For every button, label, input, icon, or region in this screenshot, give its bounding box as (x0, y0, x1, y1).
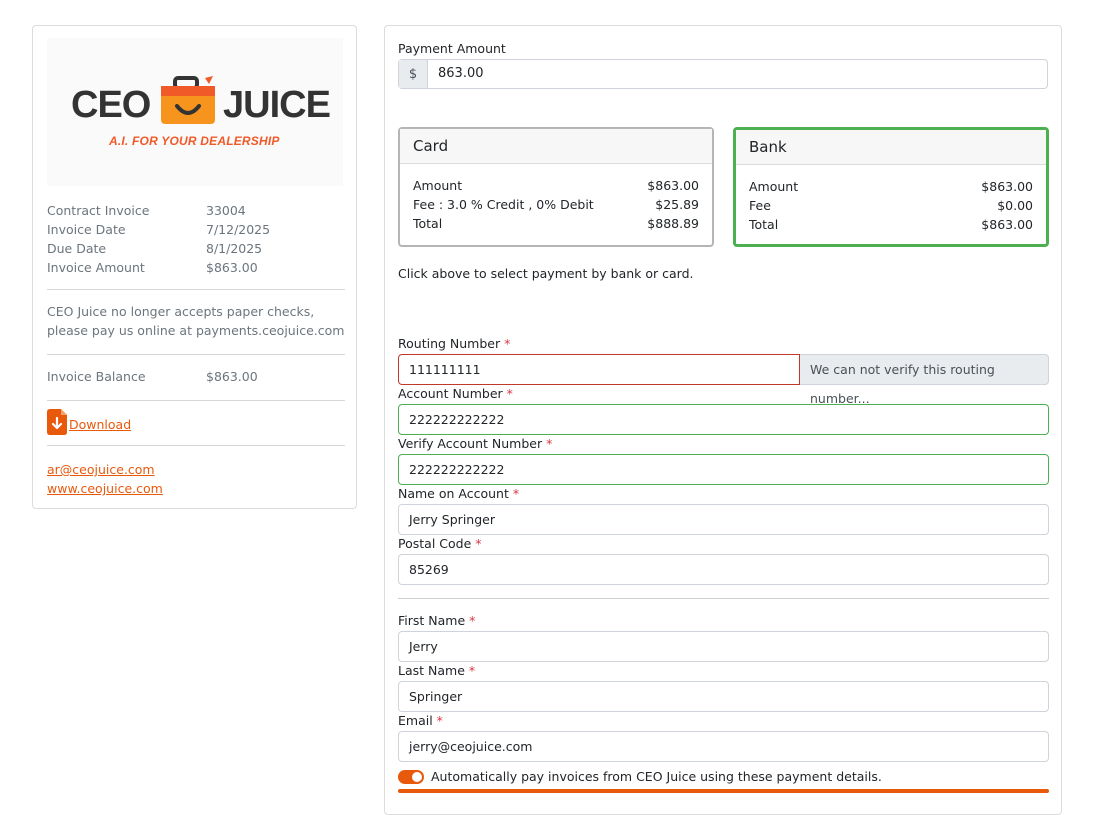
row-value: $25.89 (655, 197, 699, 212)
card-summary-row: Amount $863.00 (413, 176, 699, 195)
autopay-label: Automatically pay invoices from CEO Juic… (431, 769, 882, 784)
first-name-label: First Name * (398, 613, 476, 628)
email-input[interactable]: jerry@ceojuice.com (398, 731, 1049, 762)
balance-value: $863.00 (206, 369, 258, 384)
logo-tagline: A.I. FOR YOUR DEALERSHIP (109, 134, 280, 148)
autopay-toggle[interactable] (398, 769, 424, 784)
divider (47, 354, 345, 355)
detail-value: 7/12/2025 (206, 222, 271, 237)
download-link[interactable]: Download (69, 417, 131, 432)
account-number-label: Account Number * (398, 386, 513, 401)
detail-label: Due Date (47, 241, 107, 256)
postal-code-label: Postal Code * (398, 536, 482, 551)
row-value: $888.89 (647, 216, 699, 231)
routing-number-label: Routing Number * (398, 336, 511, 351)
row-label: Fee (749, 198, 771, 213)
divider (47, 289, 345, 290)
detail-label: Invoice Amount (47, 260, 145, 275)
row-label: Fee : 3.0 % Credit , 0% Debit (413, 197, 594, 212)
bank-option-title: Bank (736, 130, 1046, 165)
payment-method-hint: Click above to select payment by bank or… (398, 266, 694, 281)
payment-form-card: Payment Amount $ 863.00 Card Amount $863… (384, 25, 1062, 815)
verify-account-label: Verify Account Number * (398, 436, 553, 451)
first-name-input[interactable]: Jerry (398, 631, 1049, 662)
invoice-balance: Invoice Balance $863.00 (47, 367, 347, 386)
briefcase-logo-icon (157, 76, 219, 135)
row-value: $863.00 (981, 179, 1033, 194)
row-label: Amount (749, 179, 799, 194)
routing-number-input[interactable]: 111111111 (398, 354, 800, 385)
detail-value: 33004 (206, 203, 246, 218)
company-logo: CEO JUICE A.I. FOR YOUR DEALERSHIP (47, 38, 343, 186)
account-number-input[interactable]: 222222222222 (398, 404, 1049, 435)
bank-summary-row: Fee $0.00 (749, 196, 1033, 215)
invoice-detail-row: Due Date 8/1/2025 (47, 239, 347, 258)
currency-prefix: $ (399, 60, 428, 88)
detail-value: $863.00 (206, 260, 258, 275)
email-label: Email * (398, 713, 443, 728)
divider (47, 445, 345, 446)
email-link[interactable]: ar@ceojuice.com (47, 460, 163, 479)
card-payment-option[interactable]: Card Amount $863.00 Fee : 3.0 % Credit ,… (398, 127, 714, 247)
bank-summary-row: Amount $863.00 (749, 177, 1033, 196)
verify-account-input[interactable]: 222222222222 (398, 454, 1049, 485)
postal-code-input[interactable]: 85269 (398, 554, 1049, 585)
pdf-download-icon (47, 409, 67, 439)
detail-label: Invoice Date (47, 222, 126, 237)
invoice-details: Contract Invoice 33004 Invoice Date 7/12… (47, 201, 347, 277)
balance-label: Invoice Balance (47, 369, 146, 384)
download-invoice[interactable]: Download (47, 409, 131, 439)
logo-text-right: JUICE (223, 84, 331, 126)
detail-label: Contract Invoice (47, 203, 150, 218)
autopay-row: Automatically pay invoices from CEO Juic… (398, 769, 882, 784)
last-name-label: Last Name * (398, 663, 476, 678)
balance-row: Invoice Balance $863.00 (47, 367, 347, 386)
detail-value: 8/1/2025 (206, 241, 263, 256)
bank-summary-row: Total $863.00 (749, 215, 1033, 234)
submit-button-edge[interactable] (398, 789, 1049, 793)
payment-amount-input[interactable]: 863.00 (428, 60, 484, 88)
last-name-input[interactable]: Springer (398, 681, 1049, 712)
website-link[interactable]: www.ceojuice.com (47, 479, 163, 498)
card-option-title: Card (400, 129, 712, 164)
invoice-detail-row: Invoice Date 7/12/2025 (47, 220, 347, 239)
paper-check-notice: CEO Juice no longer accepts paper checks… (47, 304, 345, 338)
invoice-detail-row: Contract Invoice 33004 (47, 201, 347, 220)
bank-payment-option[interactable]: Bank Amount $863.00 Fee $0.00 Total $863… (733, 127, 1049, 247)
name-on-account-input[interactable]: Jerry Springer (398, 504, 1049, 535)
row-label: Total (749, 217, 779, 232)
divider (47, 400, 345, 401)
card-summary-row: Total $888.89 (413, 214, 699, 233)
row-value: $863.00 (647, 178, 699, 193)
payment-amount-label: Payment Amount (398, 41, 506, 56)
card-summary-row: Fee : 3.0 % Credit , 0% Debit $25.89 (413, 195, 699, 214)
payment-amount-input-group[interactable]: $ 863.00 (398, 59, 1048, 89)
contact-links: ar@ceojuice.com www.ceojuice.com (47, 460, 163, 498)
invoice-detail-row: Invoice Amount $863.00 (47, 258, 347, 277)
row-value: $0.00 (997, 198, 1033, 213)
name-on-account-label: Name on Account * (398, 486, 520, 501)
routing-number-error: We can not verify this routing number... (800, 354, 1049, 406)
row-label: Total (413, 216, 443, 231)
section-divider (398, 598, 1049, 599)
logo-text-left: CEO (71, 84, 151, 126)
invoice-summary-card: CEO JUICE A.I. FOR YOUR DEALERSHIP Contr… (32, 25, 357, 509)
row-label: Amount (413, 178, 463, 193)
row-value: $863.00 (981, 217, 1033, 232)
